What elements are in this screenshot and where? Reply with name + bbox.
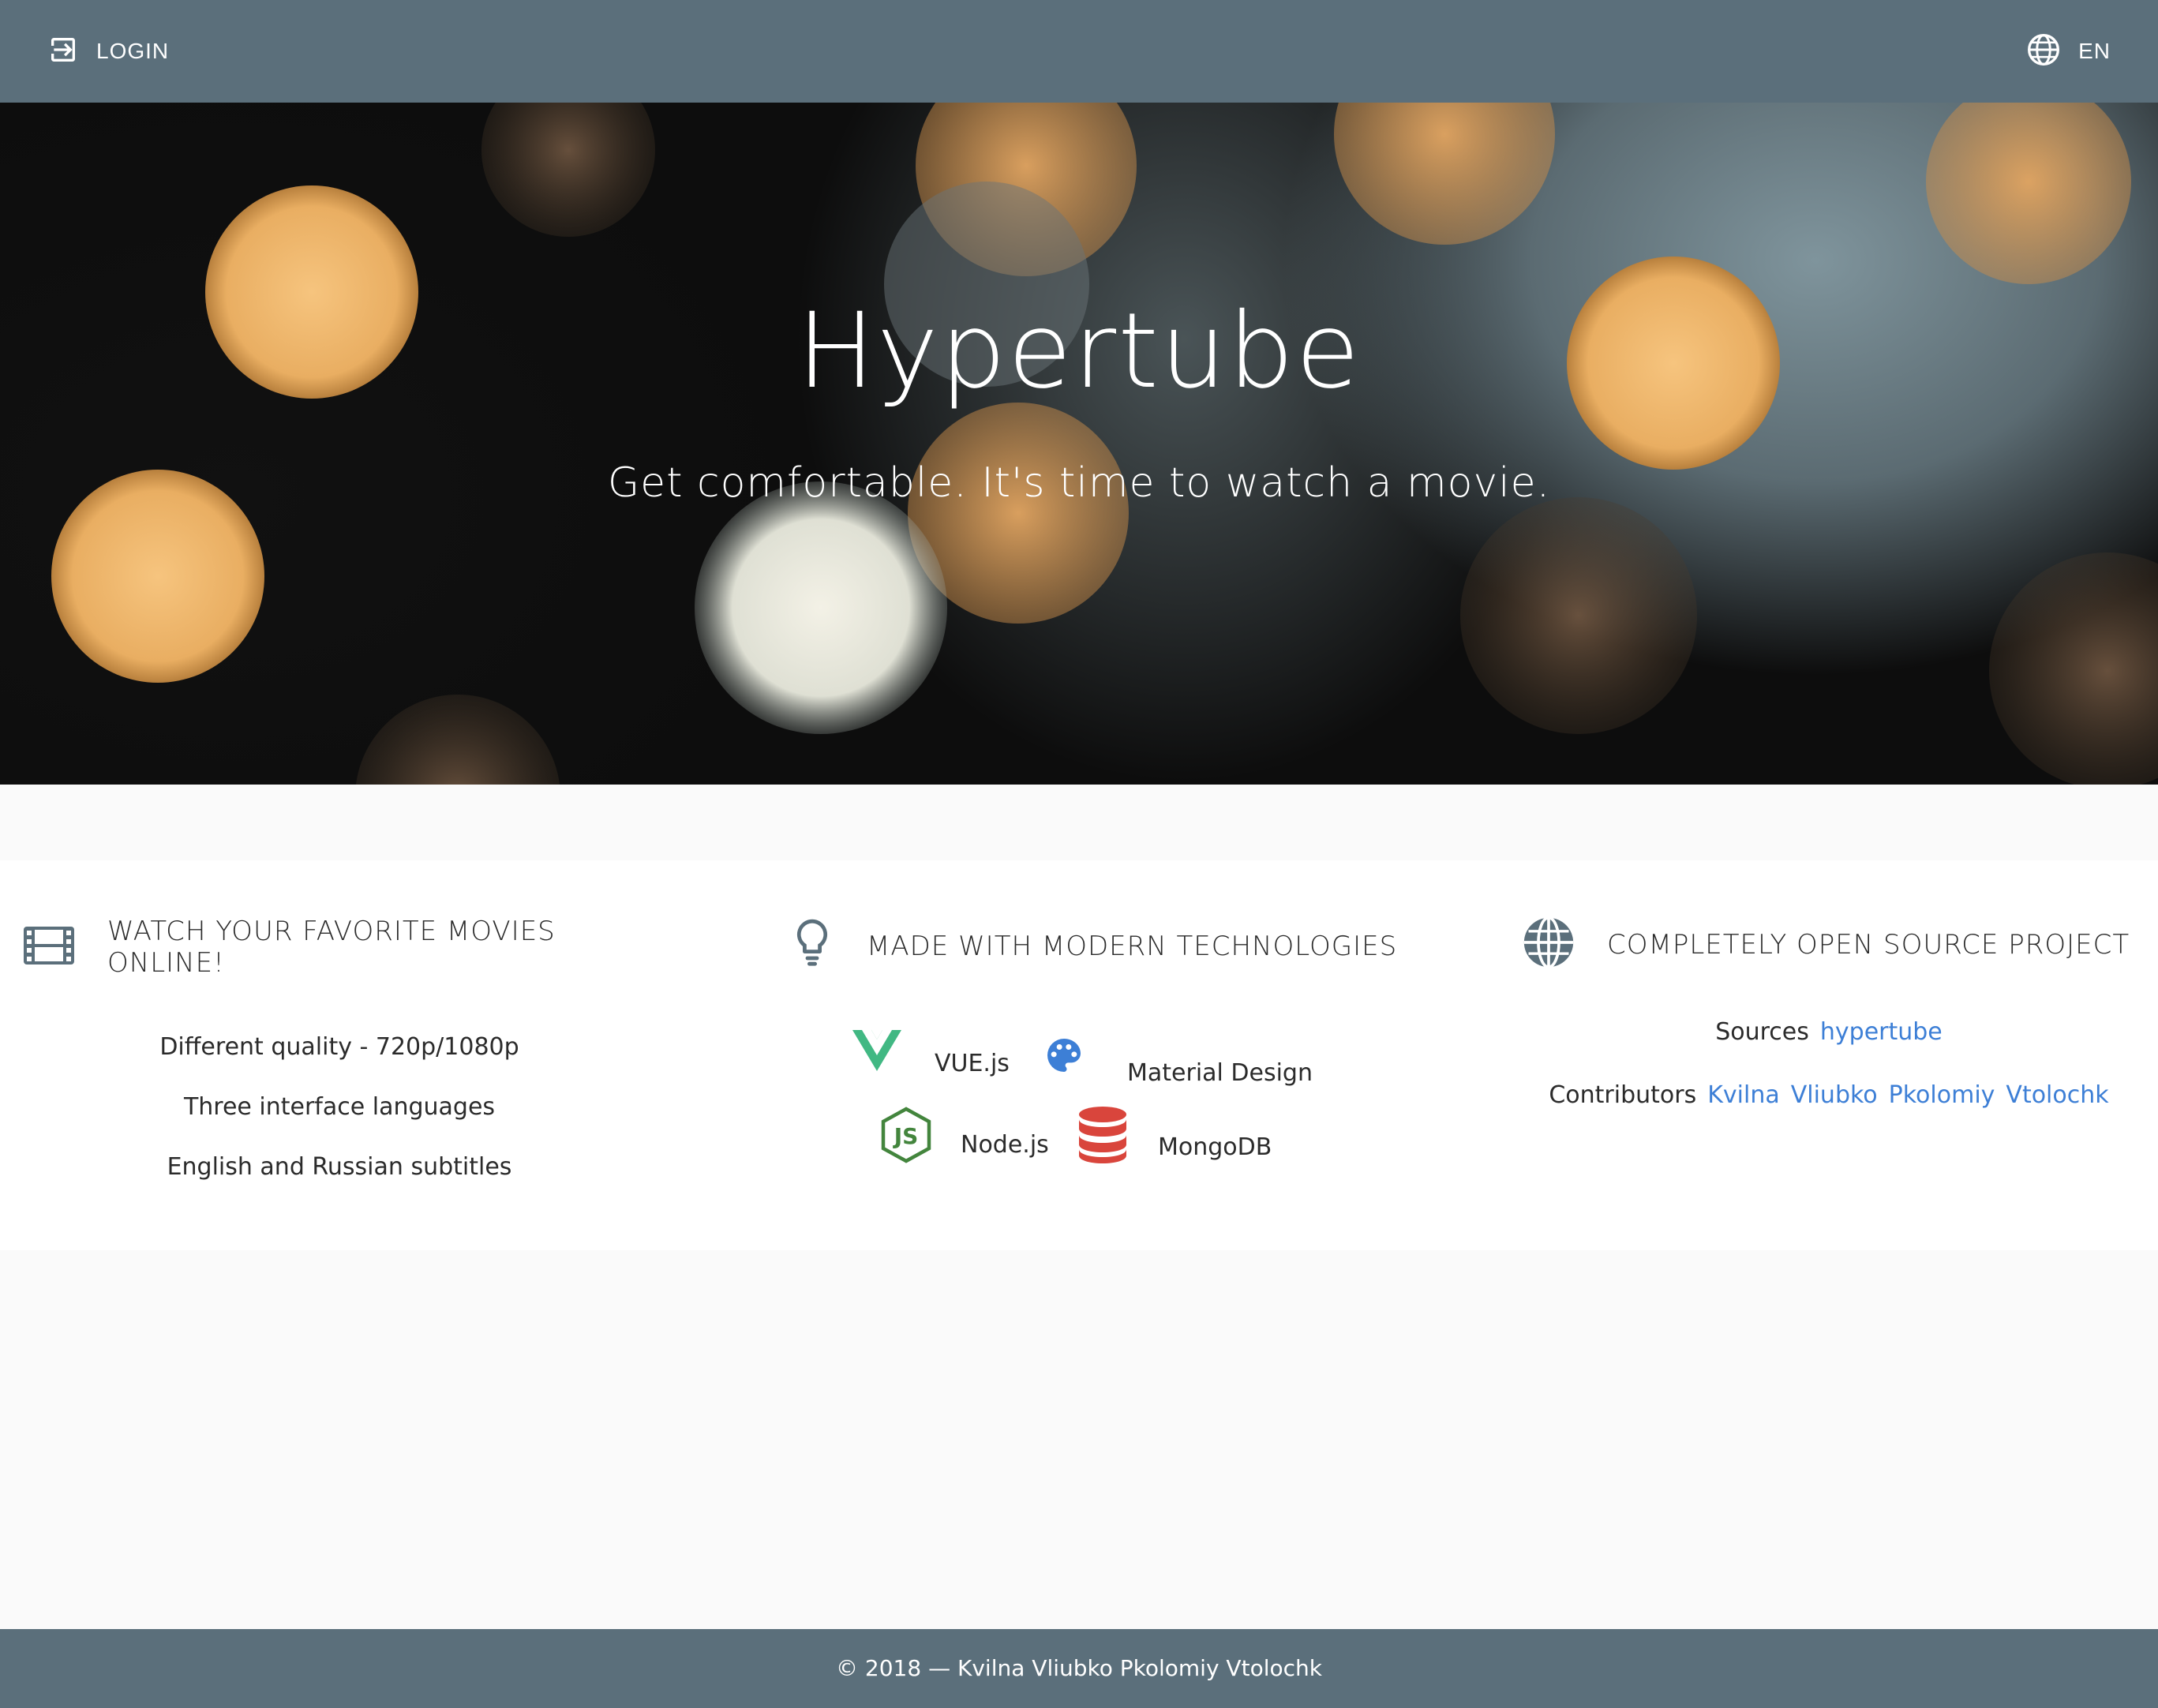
footer: © 2018 — Kvilna Vliubko Pkolomiy Vtoloch… bbox=[0, 1629, 2158, 1708]
contributors-row: Contributors Kvilna Vliubko Pkolomiy Vtoloch… bbox=[1500, 1081, 2158, 1109]
sources-link[interactable]: hypertube bbox=[1820, 1018, 1943, 1046]
tech-label: Material Design bbox=[1127, 1059, 1313, 1087]
feature-open-source: COMPLETELY OPEN SOURCE PROJECT Sources hy… bbox=[1500, 860, 2158, 1250]
contributor-link[interactable]: Vliubko bbox=[1791, 1081, 1878, 1109]
feature-open-source-header: COMPLETELY OPEN SOURCE PROJECT bbox=[1522, 916, 2130, 973]
tech-item-nodejs: JS Node.js bbox=[880, 1107, 1049, 1167]
features-card: WATCH YOUR FAVORITE MOVIES ONLINE! Diffe… bbox=[0, 860, 2158, 1250]
vuejs-icon bbox=[852, 1028, 901, 1077]
feature-tech-header: MADE WITH MODERN TECHNOLOGIES bbox=[789, 916, 1397, 976]
film-icon bbox=[22, 923, 76, 972]
footer-text: © 2018 — Kvilna Vliubko Pkolomiy Vtoloch… bbox=[836, 1655, 1322, 1681]
tech-label: MongoDB bbox=[1158, 1133, 1272, 1161]
contributors-label: Contributors bbox=[1549, 1081, 1697, 1109]
database-icon bbox=[1077, 1105, 1128, 1169]
feature-tech-title: MADE WITH MODERN TECHNOLOGIES bbox=[867, 930, 1398, 962]
top-toolbar: LOGIN EN bbox=[0, 0, 2158, 103]
feature-watch-header: WATCH YOUR FAVORITE MOVIES ONLINE! bbox=[22, 916, 679, 979]
bokeh-background-image bbox=[51, 103, 2158, 785]
tech-item-mongodb: MongoDB bbox=[1077, 1105, 1272, 1169]
tech-label: VUE.js bbox=[935, 1050, 1010, 1077]
globe-icon bbox=[1522, 916, 1575, 973]
globe-icon bbox=[2026, 32, 2061, 71]
feature-open-source-title: COMPLETELY OPEN SOURCE PROJECT bbox=[1607, 928, 2130, 961]
login-label: LOGIN bbox=[96, 39, 170, 63]
sources-row: Sources hypertube bbox=[1500, 1018, 2158, 1046]
list-item: Different quality - 720p/1080p bbox=[159, 1033, 519, 1061]
language-button[interactable]: EN bbox=[2026, 24, 2111, 79]
palette-icon bbox=[1042, 1033, 1086, 1081]
login-icon bbox=[47, 34, 79, 69]
tech-item-material-design: Material Design bbox=[1042, 1028, 1313, 1087]
list-item: Three interface languages bbox=[183, 1093, 496, 1121]
feature-technologies: MADE WITH MODERN TECHNOLOGIES VUE.js Mat… bbox=[789, 860, 1421, 1250]
login-button[interactable]: LOGIN bbox=[47, 24, 169, 79]
contributor-link[interactable]: Vtolochk bbox=[2006, 1081, 2108, 1109]
feature-watch-list: Different quality - 720p/1080p Three int… bbox=[0, 1030, 679, 1210]
language-label: EN bbox=[2078, 39, 2111, 63]
hero-subtitle: Get comfortable. It's time to watch a mo… bbox=[607, 459, 1551, 507]
nodejs-icon: JS bbox=[880, 1107, 932, 1167]
contributor-link[interactable]: Pkolomiy bbox=[1889, 1081, 1995, 1109]
lightbulb-icon bbox=[789, 916, 835, 976]
feature-watch-online: WATCH YOUR FAVORITE MOVIES ONLINE! Diffe… bbox=[0, 860, 679, 1250]
list-item: English and Russian subtitles bbox=[167, 1153, 512, 1181]
hero-banner: Hypertube Get comfortable. It's time to … bbox=[0, 103, 2158, 785]
tech-label: Node.js bbox=[961, 1131, 1049, 1159]
feature-watch-title: WATCH YOUR FAVORITE MOVIES ONLINE! bbox=[107, 916, 556, 979]
contributor-link[interactable]: Kvilna bbox=[1707, 1081, 1780, 1109]
svg-text:JS: JS bbox=[893, 1123, 919, 1149]
hero-title: Hypertube bbox=[796, 290, 1362, 412]
tech-item-vue: VUE.js bbox=[852, 1028, 1010, 1077]
sources-label: Sources bbox=[1715, 1018, 1809, 1046]
